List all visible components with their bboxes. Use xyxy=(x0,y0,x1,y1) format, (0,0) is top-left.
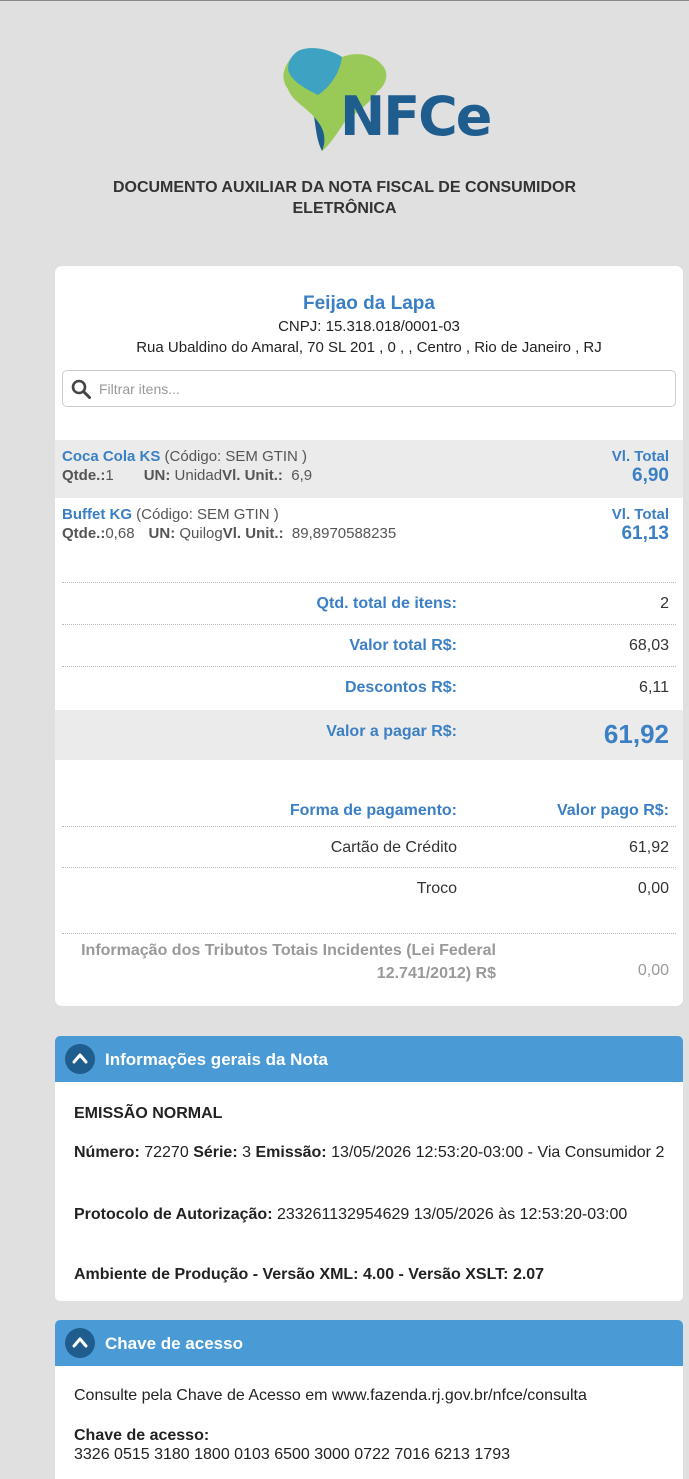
tributos-label: Informação dos Tributos Totais Incidente… xyxy=(81,942,496,982)
info-panel-header[interactable]: Informações gerais da Nota xyxy=(55,1036,683,1082)
total-items-label: Qtd. total de itens: xyxy=(316,595,457,612)
unit-price-value: 6,9 xyxy=(291,467,313,484)
tributos-value: 0,00 xyxy=(637,962,669,979)
store-name: Feijao da Lapa xyxy=(303,293,435,314)
info-panel: Informações gerais da Nota EMISSÃO NORMA… xyxy=(55,1036,683,1301)
numero-line: Número: 72270 Série: 3 Emissão: 13/05/20… xyxy=(74,1142,672,1163)
chave-panel-title: Chave de acesso xyxy=(105,1334,243,1353)
serie-label: Série: xyxy=(193,1144,238,1161)
item-total-value: 61,13 xyxy=(621,523,669,544)
unit-price-value: 89,8970588235 xyxy=(291,525,397,542)
store-cnpj: CNPJ: 15.318.018/0001-03 xyxy=(278,318,460,335)
consulta-text: Consulte pela Chave de Acesso em www.faz… xyxy=(74,1387,587,1404)
item-name: Buffet KG xyxy=(62,506,132,523)
chave-panel-header[interactable]: Chave de acesso xyxy=(55,1320,683,1366)
numero-value: 72270 xyxy=(144,1144,189,1161)
emissao-label: Emissão: xyxy=(255,1144,327,1161)
item-row[interactable]: Buffet KG (Código: SEM GTIN ) Qtde.:0,68… xyxy=(55,498,683,556)
item-code: (Código: SEM GTIN ) xyxy=(160,448,308,465)
troco-value: 0,00 xyxy=(637,880,669,897)
item-detail-line: Qtde.:1 UN: UnidadVl. Unit.: 6,9 xyxy=(62,467,312,484)
descontos-label: Descontos R$: xyxy=(344,679,457,696)
descontos-row: Descontos R$: 6,11 xyxy=(55,667,683,707)
ambiente-line: Ambiente de Produção - Versão XML: 4.00 … xyxy=(74,1266,545,1283)
chevron-up-icon[interactable] xyxy=(65,1044,95,1074)
valor-a-pagar-value: 61,92 xyxy=(603,719,669,749)
item-name: Coca Cola KS xyxy=(62,448,161,465)
payment-method: Cartão de Crédito xyxy=(330,839,457,856)
troco-label: Troco xyxy=(416,880,457,897)
nfce-logo: NFCe xyxy=(270,43,492,155)
document-title: DOCUMENTO AUXILIAR DA NOTA FISCAL DE CON… xyxy=(112,179,577,217)
protocolo-value: 233261132954629 13/05/2026 às 12:53:20-0… xyxy=(276,1206,628,1223)
chave-panel: Chave de acesso Consulte pela Chave de A… xyxy=(55,1320,683,1479)
valor-total-row: Valor total R$: 68,03 xyxy=(55,625,683,665)
troco-row: Troco 0,00 xyxy=(55,868,683,908)
filter-box[interactable] xyxy=(62,370,676,407)
payment-method-header: Forma de pagamento: xyxy=(289,802,457,819)
total-items-value: 2 xyxy=(660,595,669,612)
serie-value: 3 xyxy=(242,1144,252,1161)
unit-price-label: Vl. Unit.: xyxy=(222,467,283,484)
item-code: (Código: SEM GTIN ) xyxy=(132,506,279,523)
info-panel-title: Informações gerais da Nota xyxy=(105,1050,328,1069)
chevron-up-icon[interactable] xyxy=(65,1328,95,1358)
numero-label: Número: xyxy=(74,1144,140,1161)
store-address: Rua Ubaldino do Amaral, 70 SL 201 , 0 , … xyxy=(136,339,602,356)
un-value: Quilog xyxy=(179,525,223,542)
qty-value: 1 xyxy=(105,467,114,484)
payment-method-value: 61,92 xyxy=(628,839,669,856)
protocolo-label: Protocolo de Autorização: xyxy=(74,1206,273,1223)
emissao-value: 13/05/2026 12:53:20-03:00 - Via Consumid… xyxy=(331,1144,665,1161)
filter-input[interactable] xyxy=(99,377,659,401)
descontos-value: 6,11 xyxy=(639,679,669,696)
item-name-line: Coca Cola KS (Código: SEM GTIN ) xyxy=(62,448,307,465)
payment-value-header: Valor pago R$: xyxy=(556,802,669,819)
search-icon xyxy=(71,379,91,399)
emissao-tipo: EMISSÃO NORMAL xyxy=(74,1105,223,1122)
un-value: Unidad xyxy=(174,467,223,484)
chave-label: Chave de acesso: xyxy=(74,1427,210,1444)
protocolo-line: Protocolo de Autorização: 23326113295462… xyxy=(74,1204,672,1225)
valor-a-pagar-label: Valor a pagar R$: xyxy=(326,723,457,740)
item-row[interactable]: Coca Cola KS (Código: SEM GTIN ) Qtde.:1… xyxy=(55,440,683,498)
payment-method-row: Cartão de Crédito 61,92 xyxy=(55,827,683,867)
item-name-line: Buffet KG (Código: SEM GTIN ) xyxy=(62,506,279,523)
un-label: UN: xyxy=(143,467,175,484)
item-detail-line: Qtde.:0,68 UN: QuilogVl. Unit.: 89,897058… xyxy=(62,525,396,542)
item-total-label: Vl. Total xyxy=(611,448,669,465)
logo-text: NFCe xyxy=(340,85,492,148)
qty-label: Qtde.: xyxy=(62,467,106,484)
valor-total-label: Valor total R$: xyxy=(349,637,457,654)
valor-a-pagar-row: Valor a pagar R$: 61,92 xyxy=(55,710,683,760)
payment-header-row: Forma de pagamento: Valor pago R$: xyxy=(55,790,683,830)
divider xyxy=(62,933,676,934)
total-items-row: Qtd. total de itens: 2 xyxy=(55,583,683,623)
qty-value: 0,68 xyxy=(105,525,135,542)
qty-label: Qtde.: xyxy=(62,525,106,542)
valor-total-value: 68,03 xyxy=(628,637,669,654)
receipt-card: Feijao da Lapa CNPJ: 15.318.018/0001-03 … xyxy=(55,266,683,1006)
item-total-value: 6,90 xyxy=(632,465,669,486)
item-total-label: Vl. Total xyxy=(611,506,669,523)
un-label: UN: xyxy=(148,525,180,542)
chave-value: 3326 0515 3180 1800 0103 6500 3000 0722 … xyxy=(74,1446,510,1463)
unit-price-label: Vl. Unit.: xyxy=(222,525,284,542)
